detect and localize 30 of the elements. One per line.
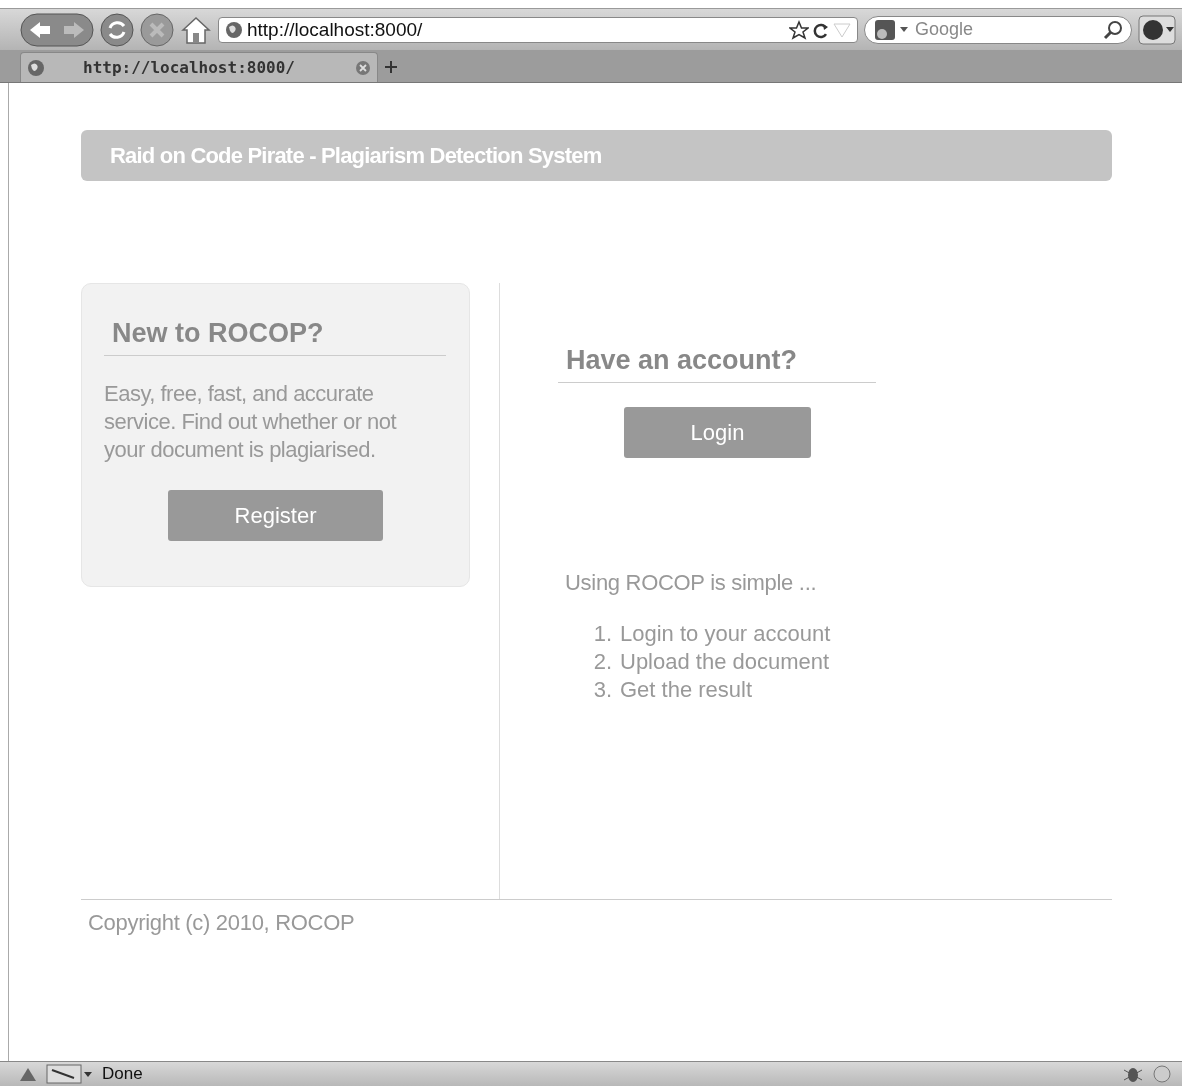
step-item: Login to your account <box>620 620 831 648</box>
register-heading: New to ROCOP? <box>104 318 446 356</box>
search-bar[interactable]: Google <box>864 15 1132 44</box>
reload-button[interactable] <box>100 12 134 47</box>
pointer-dropdown-icon[interactable] <box>46 1064 94 1084</box>
step-number: 1. <box>592 620 612 648</box>
address-text: http://localhost:8000/ <box>247 18 424 41</box>
step-item: Get the result <box>620 676 753 704</box>
step-number: 3. <box>592 676 612 704</box>
search-engine-icon[interactable] <box>873 18 909 41</box>
intro-text: Using ROCOP is simple ... <box>565 570 818 596</box>
step-number: 2. <box>592 648 612 676</box>
back-forward-buttons[interactable] <box>20 12 94 47</box>
copyright-text: Copyright (c) 2010, ROCOP <box>88 910 356 936</box>
stop-button[interactable] <box>140 12 174 47</box>
address-bar[interactable]: http://localhost:8000/ <box>218 16 858 43</box>
adblock-icon[interactable] <box>1138 14 1176 45</box>
browser-tab[interactable]: http://localhost:8000/ <box>20 52 378 82</box>
search-icon[interactable] <box>1103 19 1123 40</box>
close-icon[interactable] <box>355 59 371 76</box>
globe-icon <box>225 20 243 39</box>
new-tab-icon[interactable] <box>384 60 398 74</box>
site-title: Raid on Code Pirate - Plagiarism Detection System <box>110 142 602 169</box>
status-text: Done <box>102 1064 144 1084</box>
step-item: Upload the document <box>620 648 830 676</box>
star-icon[interactable] <box>789 19 809 40</box>
globe-icon <box>27 58 45 77</box>
login-heading: Have an account? <box>558 345 876 383</box>
register-description: Easy, free, fast, and accurate service. Find out whether or not your document is plagiarised. <box>104 380 398 464</box>
tab-title: http://localhost:8000/ <box>82 58 296 77</box>
